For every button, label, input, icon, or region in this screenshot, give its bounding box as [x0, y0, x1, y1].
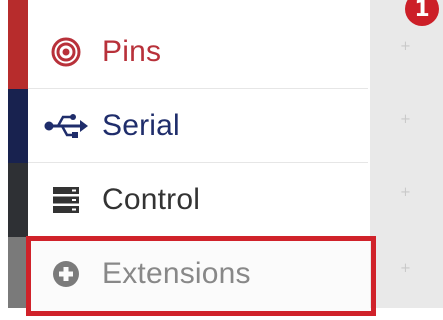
server-stack-icon: [44, 180, 88, 220]
category-item-pins[interactable]: Pins: [28, 15, 368, 89]
workspace-plus-marker: +: [400, 185, 411, 200]
category-item-control[interactable]: Control: [28, 163, 368, 237]
category-item-serial[interactable]: Serial: [28, 89, 368, 163]
category-label-pins: Pins: [102, 34, 162, 68]
workspace-plus-marker: +: [400, 261, 411, 276]
target-icon: [44, 32, 88, 72]
stripe-control: [8, 163, 28, 237]
usb-icon: [44, 106, 88, 146]
extensions-highlight-box: [26, 236, 376, 316]
workspace-plus-marker: +: [400, 39, 411, 54]
category-label-serial: Serial: [102, 108, 180, 142]
stripe-serial: [8, 89, 28, 163]
blocks-workspace[interactable]: + + + +: [370, 0, 443, 308]
category-label-control: Control: [102, 182, 201, 216]
workspace-plus-marker: +: [400, 112, 411, 127]
screenshot: + + + + Pins Serial Control Extensions 1: [0, 0, 443, 320]
category-color-stripe: [8, 0, 28, 308]
stripe-extensions: [8, 237, 28, 308]
stripe-pins: [8, 0, 28, 89]
